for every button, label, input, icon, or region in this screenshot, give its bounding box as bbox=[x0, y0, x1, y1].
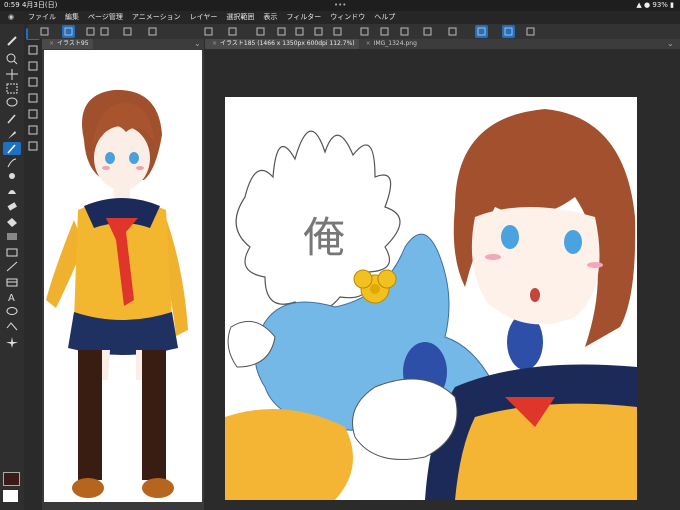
subtool-icon[interactable] bbox=[26, 44, 40, 56]
menu-bar: ◉ ファイル 編集 ページ管理 アニメーション レイヤー 選択範囲 表示 フィルター ウィンドウ… bbox=[0, 11, 680, 24]
select-all-icon[interactable] bbox=[358, 25, 371, 38]
subtool-icon[interactable] bbox=[26, 92, 40, 104]
transform-icon[interactable] bbox=[254, 25, 267, 38]
list-icon[interactable] bbox=[38, 25, 51, 38]
subtool-icon[interactable] bbox=[26, 124, 40, 136]
battery-status: ▲ ● 93% ▮ bbox=[636, 1, 674, 9]
menu-item[interactable]: 編集 bbox=[65, 11, 79, 24]
crop-icon[interactable] bbox=[312, 25, 325, 38]
menu-item[interactable]: ファイル bbox=[28, 11, 56, 24]
fill-icon[interactable] bbox=[3, 216, 21, 229]
tab-main-canvas[interactable]: × イラスト185 (1466 x 1350px 600dpi 112.7%) bbox=[205, 39, 359, 49]
menu-item[interactable]: ヘルプ bbox=[374, 11, 395, 24]
select-icon[interactable] bbox=[3, 82, 21, 95]
brush-alt-icon[interactable] bbox=[3, 156, 21, 169]
subtool-icon[interactable] bbox=[26, 60, 40, 72]
flip-icon[interactable] bbox=[331, 25, 344, 38]
eraser-icon[interactable] bbox=[3, 200, 21, 213]
figure-icon[interactable] bbox=[3, 246, 21, 259]
new-icon[interactable] bbox=[98, 25, 111, 38]
svg-text:A: A bbox=[8, 293, 15, 303]
status-bar: 0:59 4月3日(日) ••• ▲ ● 93% ▮ bbox=[0, 0, 680, 11]
sparkle-icon[interactable] bbox=[3, 336, 21, 349]
menu-item[interactable]: フィルター bbox=[286, 11, 321, 24]
menu-item[interactable]: レイヤー bbox=[190, 11, 218, 24]
toolbox: A bbox=[0, 24, 25, 510]
canvas-kanji: 俺 bbox=[303, 213, 345, 262]
gradient-icon[interactable] bbox=[3, 230, 21, 243]
open-icon[interactable] bbox=[121, 25, 134, 38]
undo-icon[interactable] bbox=[202, 25, 215, 38]
app-logo-icon[interactable]: ◉ bbox=[8, 11, 14, 24]
close-icon[interactable]: × bbox=[366, 40, 371, 47]
sub-view-tabbar: × イラスト95 ⌄ bbox=[42, 39, 204, 49]
ruler-snap-icon[interactable] bbox=[502, 25, 515, 38]
reference-illustration bbox=[46, 89, 188, 498]
pen-active-icon[interactable] bbox=[62, 25, 75, 38]
multitask-dots[interactable]: ••• bbox=[334, 0, 346, 11]
clear-icon[interactable] bbox=[275, 25, 288, 38]
chevron-down-icon[interactable]: ⌄ bbox=[667, 39, 674, 49]
tab-image-file[interactable]: × IMG_1324.png bbox=[359, 39, 421, 49]
main-color-swatch[interactable] bbox=[3, 472, 20, 486]
chevron-down-icon[interactable]: ⌄ bbox=[194, 39, 201, 49]
menu-item[interactable]: 表示 bbox=[263, 11, 277, 24]
menu-item[interactable]: 選択範囲 bbox=[226, 11, 254, 24]
menu-item[interactable]: ページ管理 bbox=[88, 11, 123, 24]
invert-icon[interactable] bbox=[398, 25, 411, 38]
blend-icon[interactable] bbox=[3, 184, 21, 197]
eyedropper-icon[interactable] bbox=[3, 112, 21, 125]
pen-ruler-icon[interactable] bbox=[446, 25, 459, 38]
battery-percent: 93% bbox=[652, 1, 668, 9]
deselect-icon[interactable] bbox=[378, 25, 391, 38]
close-icon[interactable]: × bbox=[49, 40, 54, 47]
move-icon[interactable] bbox=[3, 68, 21, 81]
close-icon[interactable]: × bbox=[212, 40, 217, 47]
frame-icon[interactable] bbox=[3, 276, 21, 289]
main-illustration: 俺 bbox=[225, 109, 637, 500]
help-icon[interactable] bbox=[524, 25, 537, 38]
tab-left-canvas[interactable]: × イラスト95 bbox=[42, 39, 93, 49]
stepper-icon[interactable] bbox=[84, 25, 97, 38]
menu-item[interactable]: ウィンドウ bbox=[330, 11, 365, 24]
menu-item[interactable]: アニメーション bbox=[132, 11, 181, 24]
snap-icon[interactable] bbox=[475, 25, 488, 38]
pencil-icon[interactable] bbox=[3, 142, 21, 155]
redo-icon[interactable] bbox=[226, 25, 239, 38]
balloon-icon[interactable] bbox=[3, 306, 21, 319]
text-icon[interactable]: A bbox=[3, 290, 21, 303]
command-bar bbox=[28, 24, 680, 39]
subtool-icon[interactable] bbox=[26, 140, 40, 152]
subtool-icon[interactable] bbox=[26, 108, 40, 120]
correct-icon[interactable] bbox=[3, 320, 21, 333]
airbrush-icon[interactable] bbox=[3, 170, 21, 183]
pen-icon[interactable] bbox=[3, 128, 21, 141]
ruler-icon[interactable] bbox=[3, 260, 21, 273]
canvas-tabbar: × イラスト185 (1466 x 1350px 600dpi 112.7%) × I… bbox=[205, 39, 680, 49]
reference-canvas[interactable] bbox=[44, 50, 202, 502]
grid-icon[interactable] bbox=[421, 25, 434, 38]
lasso-icon[interactable] bbox=[3, 96, 21, 109]
magnify-icon[interactable] bbox=[3, 52, 21, 65]
sub-color-swatch[interactable] bbox=[3, 490, 18, 502]
fill-canvas-icon[interactable] bbox=[293, 25, 306, 38]
brush-icon[interactable] bbox=[3, 34, 21, 47]
subtool-icon[interactable] bbox=[26, 76, 40, 88]
main-canvas[interactable]: 俺 bbox=[225, 97, 637, 500]
save-icon[interactable] bbox=[146, 25, 159, 38]
status-time: 0:59 4月3日(日) bbox=[4, 1, 58, 9]
sub-tool-panel bbox=[24, 24, 43, 510]
